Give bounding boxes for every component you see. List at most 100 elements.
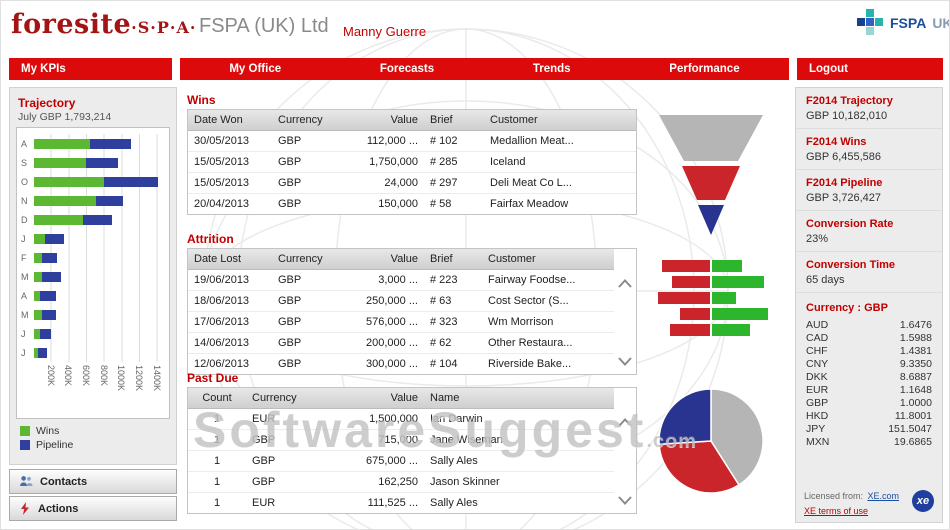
table-cell: 1 [188,409,246,430]
scroll-up-button[interactable] [618,279,632,288]
table-row[interactable]: 14/06/2013GBP200,000 ...# 62Other Restau… [188,333,614,354]
table-cell: 1 [188,472,246,493]
table-cell: 1 [188,493,246,514]
table-row[interactable]: 20/04/2013GBP150,000# 58Fairfax Meadow [188,194,636,215]
table-cell: 715,000 [316,430,424,451]
month-label: A [21,291,34,301]
column-header: Customer [484,110,636,131]
table-cell: Other Restaura... [482,333,614,354]
stacked-bar [34,215,112,225]
table-cell: 1,750,000 [336,152,424,173]
currency-rate: 19.6865 [894,436,932,449]
currency-rate: 11.8001 [895,410,932,423]
stacked-bar [34,253,57,263]
table-cell: GBP [272,312,336,333]
xe-terms-link[interactable]: XE terms of use [804,506,899,516]
wins-losses-bar-chart [649,256,779,346]
month-label: F [21,253,34,263]
table-row[interactable]: 1GBP715,000Jane Wiseman [188,430,614,451]
scroll-up-button[interactable] [618,418,632,427]
funnel-chart [651,113,771,238]
table-row[interactable]: 15/05/2013GBP24,000# 297Deli Meat Co L..… [188,173,636,194]
past-due-title: Past Due [187,371,238,385]
currency-rate-row: AUD1.6476 [806,319,932,332]
table-cell: Jane Wiseman [424,430,614,451]
xe-com-link[interactable]: XE.com [867,491,899,501]
trajectory-bar-row: A [21,286,165,305]
table-row[interactable]: 1EUR111,525 ...Sally Ales [188,493,614,514]
table-row[interactable]: 17/06/2013GBP576,000 ...# 323Wm Morrison [188,312,614,333]
table-row[interactable]: 1GBP162,250Jason Skinner [188,472,614,493]
table-cell: 1 [188,430,246,451]
table-cell: GBP [272,152,336,173]
table-row[interactable]: 15/05/2013GBP1,750,000# 285Iceland [188,152,636,173]
column-header: Currency [246,388,316,409]
table-cell: 3,000 ... [336,270,424,291]
currency-rate-row: MXN19.6865 [806,436,932,449]
month-label: N [21,196,34,206]
column-header: Brief [424,249,482,270]
table-cell: 19/06/2013 [188,270,272,291]
kpi-value: GBP 3,726,427 [806,192,932,204]
table-cell: 162,250 [316,472,424,493]
table-cell: Iceland [484,152,636,173]
chart-x-axis: 200K400K600K800K1000K1200K1400K [21,362,165,412]
table-cell: 576,000 ... [336,312,424,333]
currency-rate-row: GBP1.0000 [806,397,932,410]
kpi-item: F2014 PipelineGBP 3,726,427 [796,170,942,211]
kpi-label: Conversion Time [806,259,932,271]
nav-forecasts[interactable]: Forecasts [380,58,434,80]
xe-logo: xe [912,490,934,512]
table-cell: Jason Skinner [424,472,614,493]
legend-pipeline: Pipeline [20,438,166,452]
currency-code: HKD [806,410,828,423]
column-header: Currency [272,249,336,270]
trajectory-bar-row: M [21,305,165,324]
table-row[interactable]: 18/06/2013GBP250,000 ...# 63Cost Sector … [188,291,614,312]
table-cell: 17/06/2013 [188,312,272,333]
table-cell: GBP [246,451,316,472]
nav-trends[interactable]: Trends [533,58,571,80]
currency-rates-list: AUD1.6476CAD1.5988CHF1.4381CNY9.3350DKK8… [796,319,942,449]
table-cell: 250,000 ... [336,291,424,312]
table-row[interactable]: 30/05/2013GBP112,000 ...# 102Medallion M… [188,131,636,152]
fspa-cross-icon [857,9,884,36]
table-header-row: CountCurrencyValueName [188,388,614,409]
x-axis-tick-label: 400K [63,365,73,386]
currency-rate-row: CNY9.3350 [806,358,932,371]
table-row[interactable]: 12/06/2013GBP300,000 ...# 104Riverside B… [188,354,614,375]
currency-rate: 1.6476 [900,319,932,332]
xe-footer: Licensed from: XE.com XE terms of use xe [804,486,934,516]
user-name: Manny Guerre [343,24,426,39]
table-header-row: Date LostCurrencyValueBriefCustomer [188,249,614,270]
currency-code: CHF [806,345,828,358]
kpi-item: F2014 WinsGBP 6,455,586 [796,129,942,170]
trajectory-bar-row: S [21,153,165,172]
stacked-bar [34,329,51,339]
table-cell: Wm Morrison [482,312,614,333]
contacts-icon [19,475,33,488]
currency-rate-row: HKD 11.8001 [806,410,932,423]
table-cell: GBP [272,194,336,215]
trajectory-bar-row: D [21,210,165,229]
trajectory-bar-row: J [21,343,165,362]
nav-performance[interactable]: Performance [669,58,739,80]
nav-my-office[interactable]: My Office [229,58,281,80]
column-header: Date Won [188,110,272,131]
scroll-down-button[interactable] [618,357,632,366]
table-cell: Fairway Foodse... [482,270,614,291]
currency-code: CNY [806,358,828,371]
actions-button[interactable]: Actions [9,496,177,521]
scroll-down-button[interactable] [618,496,632,505]
contacts-button[interactable]: Contacts [9,469,177,494]
nav-logout[interactable]: Logout [797,58,943,80]
table-cell: EUR [246,409,316,430]
month-label: M [21,310,34,320]
month-label: M [21,272,34,282]
table-row[interactable]: 19/06/2013GBP3,000 ...# 223Fairway Foods… [188,270,614,291]
table-row[interactable]: 1GBP675,000 ...Sally Ales [188,451,614,472]
table-cell: 1 [188,451,246,472]
nav-my-kpis[interactable]: My KPIs [9,58,172,80]
table-row[interactable]: 1EUR1,500,000Ian Darwin [188,409,614,430]
column-header: Count [188,388,246,409]
